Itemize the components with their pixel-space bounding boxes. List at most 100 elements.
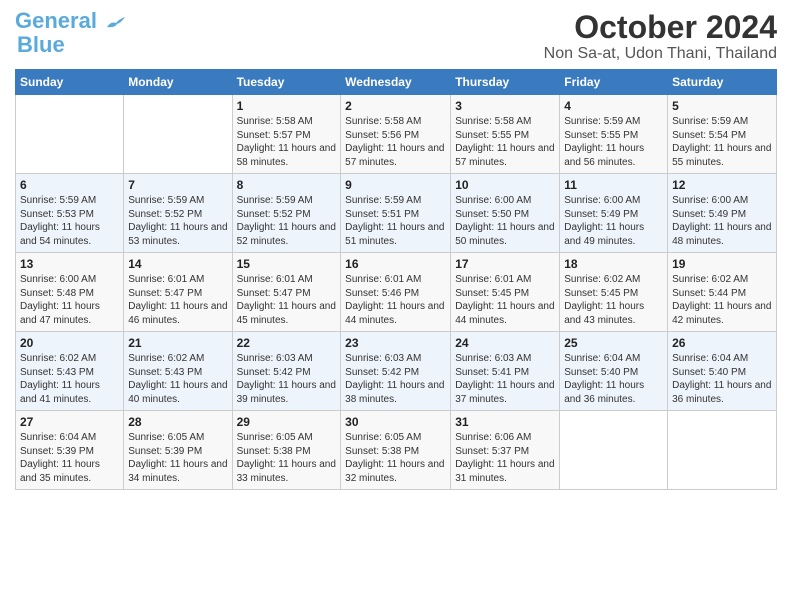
day-number: 6 xyxy=(20,178,119,192)
day-number: 24 xyxy=(455,336,555,350)
sunrise-text: Sunrise: 6:02 AM xyxy=(20,353,96,364)
calendar-cell: 19Sunrise: 6:02 AMSunset: 5:44 PMDayligh… xyxy=(668,253,777,332)
sunrise-text: Sunrise: 6:00 AM xyxy=(672,195,748,206)
calendar-cell: 31Sunrise: 6:06 AMSunset: 5:37 PMDayligh… xyxy=(451,411,560,490)
day-info: Sunrise: 6:04 AMSunset: 5:39 PMDaylight:… xyxy=(20,431,119,485)
day-number: 25 xyxy=(564,336,663,350)
sunset-text: Sunset: 5:47 PM xyxy=(128,288,202,299)
page-title: October 2024 xyxy=(544,10,777,45)
col-friday: Friday xyxy=(560,70,668,95)
sunset-text: Sunset: 5:53 PM xyxy=(20,209,94,220)
sunset-text: Sunset: 5:56 PM xyxy=(345,130,419,141)
sunrise-text: Sunrise: 6:06 AM xyxy=(455,432,531,443)
daylight-text: Daylight: 11 hours and 32 minutes. xyxy=(345,459,444,484)
daylight-text: Daylight: 11 hours and 44 minutes. xyxy=(345,301,444,326)
day-number: 16 xyxy=(345,257,446,271)
daylight-text: Daylight: 11 hours and 45 minutes. xyxy=(237,301,336,326)
logo-blue: Blue xyxy=(17,32,65,58)
col-tuesday: Tuesday xyxy=(232,70,341,95)
day-number: 1 xyxy=(237,99,337,113)
sunset-text: Sunset: 5:39 PM xyxy=(20,446,94,457)
sunrise-text: Sunrise: 6:02 AM xyxy=(564,274,640,285)
daylight-text: Daylight: 11 hours and 44 minutes. xyxy=(455,301,554,326)
day-info: Sunrise: 6:02 AMSunset: 5:43 PMDaylight:… xyxy=(20,352,119,406)
sunset-text: Sunset: 5:45 PM xyxy=(455,288,529,299)
sunset-text: Sunset: 5:49 PM xyxy=(672,209,746,220)
day-number: 31 xyxy=(455,415,555,429)
col-monday: Monday xyxy=(124,70,232,95)
calendar-cell: 7Sunrise: 5:59 AMSunset: 5:52 PMDaylight… xyxy=(124,174,232,253)
daylight-text: Daylight: 11 hours and 33 minutes. xyxy=(237,459,336,484)
daylight-text: Daylight: 11 hours and 38 minutes. xyxy=(345,380,444,405)
day-info: Sunrise: 5:59 AMSunset: 5:51 PMDaylight:… xyxy=(345,194,446,248)
sunrise-text: Sunrise: 6:02 AM xyxy=(128,353,204,364)
calendar-cell: 17 Sunrise: 6:01 AMSunset: 5:45 PMDayligh… xyxy=(451,253,560,332)
sunset-text: Sunset: 5:44 PM xyxy=(672,288,746,299)
sunset-text: Sunset: 5:54 PM xyxy=(672,130,746,141)
daylight-text: Daylight: 11 hours and 39 minutes. xyxy=(237,380,336,405)
calendar-cell: 10Sunrise: 6:00 AMSunset: 5:50 PMDayligh… xyxy=(451,174,560,253)
sunrise-text: Sunrise: 6:00 AM xyxy=(20,274,96,285)
day-info: Sunrise: 5:59 AMSunset: 5:52 PMDaylight:… xyxy=(237,194,337,248)
day-number: 5 xyxy=(672,99,772,113)
day-number: 3 xyxy=(455,99,555,113)
day-info: Sunrise: 5:58 AMSunset: 5:55 PMDaylight:… xyxy=(455,115,555,169)
day-number: 18 xyxy=(564,257,663,271)
calendar-cell xyxy=(124,95,232,174)
sunrise-text: Sunrise: 6:00 AM xyxy=(455,195,531,206)
sunset-text: Sunset: 5:52 PM xyxy=(128,209,202,220)
day-info: Sunrise: 6:01 AMSunset: 5:47 PMDaylight:… xyxy=(237,273,337,327)
sunrise-text: Sunrise: 5:58 AM xyxy=(345,116,421,127)
calendar-cell: 2Sunrise: 5:58 AMSunset: 5:56 PMDaylight… xyxy=(341,95,451,174)
calendar-cell: 30Sunrise: 6:05 AMSunset: 5:38 PMDayligh… xyxy=(341,411,451,490)
title-block: October 2024 Non Sa-at, Udon Thani, Thai… xyxy=(544,10,777,63)
calendar-cell: 1Sunrise: 5:58 AMSunset: 5:57 PMDaylight… xyxy=(232,95,341,174)
calendar-cell: 11Sunrise: 6:00 AMSunset: 5:49 PMDayligh… xyxy=(560,174,668,253)
calendar-cell xyxy=(668,411,777,490)
sunset-text: Sunset: 5:55 PM xyxy=(564,130,638,141)
day-info: Sunrise: 5:59 AMSunset: 5:52 PMDaylight:… xyxy=(128,194,227,248)
sunset-text: Sunset: 5:37 PM xyxy=(455,446,529,457)
calendar-cell: 26Sunrise: 6:04 AMSunset: 5:40 PMDayligh… xyxy=(668,332,777,411)
day-number: 23 xyxy=(345,336,446,350)
day-number: 15 xyxy=(237,257,337,271)
calendar-cell: 13Sunrise: 6:00 AMSunset: 5:48 PMDayligh… xyxy=(16,253,124,332)
calendar-cell: 27 Sunrise: 6:04 AMSunset: 5:39 PMDayligh… xyxy=(16,411,124,490)
daylight-text: Daylight: 11 hours and 43 minutes. xyxy=(564,301,644,326)
day-info: Sunrise: 6:04 AMSunset: 5:40 PMDaylight:… xyxy=(672,352,772,406)
sunset-text: Sunset: 5:55 PM xyxy=(455,130,529,141)
daylight-text: Daylight: 11 hours and 34 minutes. xyxy=(128,459,227,484)
logo-general: General xyxy=(15,8,97,33)
day-number: 12 xyxy=(672,178,772,192)
page-subtitle: Non Sa-at, Udon Thani, Thailand xyxy=(544,45,777,63)
day-info: Sunrise: 6:05 AMSunset: 5:39 PMDaylight:… xyxy=(128,431,227,485)
logo: General Blue xyxy=(15,10,127,58)
day-info: Sunrise: 5:59 AMSunset: 5:53 PMDaylight:… xyxy=(20,194,119,248)
day-number: 28 xyxy=(128,415,227,429)
sunset-text: Sunset: 5:52 PM xyxy=(237,209,311,220)
day-info: Sunrise: 6:04 AMSunset: 5:40 PMDaylight:… xyxy=(564,352,663,406)
calendar-cell: 20Sunrise: 6:02 AMSunset: 5:43 PMDayligh… xyxy=(16,332,124,411)
day-number: 17 xyxy=(455,257,555,271)
col-sunday: Sunday xyxy=(16,70,124,95)
calendar-cell: 23Sunrise: 6:03 AMSunset: 5:42 PMDayligh… xyxy=(341,332,451,411)
calendar-header-row: Sunday Monday Tuesday Wednesday Thursday… xyxy=(16,70,777,95)
sunrise-text: Sunrise: 5:59 AM xyxy=(237,195,313,206)
calendar-cell xyxy=(560,411,668,490)
sunset-text: Sunset: 5:47 PM xyxy=(237,288,311,299)
calendar-cell: 6 Sunrise: 5:59 AMSunset: 5:53 PMDaylight… xyxy=(16,174,124,253)
day-number: 9 xyxy=(345,178,446,192)
calendar-cell: 22Sunrise: 6:03 AMSunset: 5:42 PMDayligh… xyxy=(232,332,341,411)
day-number: 11 xyxy=(564,178,663,192)
day-info: Sunrise: 6:01 AMSunset: 5:45 PMDaylight:… xyxy=(455,273,555,327)
day-info: Sunrise: 6:05 AMSunset: 5:38 PMDaylight:… xyxy=(345,431,446,485)
daylight-text: Daylight: 11 hours and 41 minutes. xyxy=(20,380,100,405)
sunrise-text: Sunrise: 5:59 AM xyxy=(345,195,421,206)
daylight-text: Daylight: 11 hours and 57 minutes. xyxy=(345,143,444,168)
sunrise-text: Sunrise: 6:01 AM xyxy=(345,274,421,285)
day-info: Sunrise: 6:00 AMSunset: 5:50 PMDaylight:… xyxy=(455,194,555,248)
day-number: 21 xyxy=(128,336,227,350)
day-number: 27 xyxy=(20,415,119,429)
sunset-text: Sunset: 5:51 PM xyxy=(345,209,419,220)
day-info: Sunrise: 6:01 AMSunset: 5:47 PMDaylight:… xyxy=(128,273,227,327)
